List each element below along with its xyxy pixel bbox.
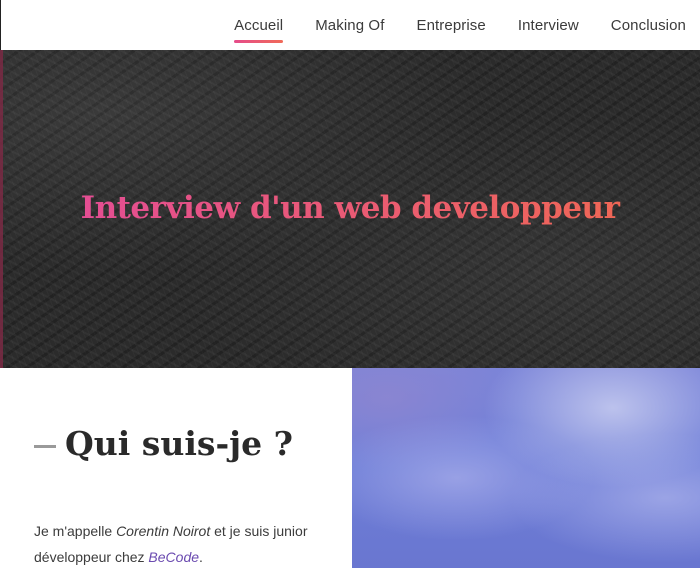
section-title-text: Qui suis-je ? bbox=[65, 424, 293, 463]
author-name: Corentin Noirot bbox=[116, 523, 211, 539]
nav-item-accueil[interactable]: Accueil bbox=[234, 17, 284, 43]
nav-item-interview[interactable]: Interview bbox=[518, 17, 579, 34]
intro-text-1: Je m'appelle bbox=[34, 523, 117, 539]
about-section: Qui suis-je ? Je m'appelle Corentin Noir… bbox=[0, 368, 352, 568]
nav-item-conclusion[interactable]: Conclusion bbox=[611, 17, 686, 34]
company-link[interactable]: BeCode bbox=[148, 549, 199, 565]
nav-item-making-of[interactable]: Making Of bbox=[315, 17, 384, 34]
section-title: Qui suis-je ? bbox=[34, 424, 293, 463]
intro-paragraph: Je m'appelle Corentin Noirot et je suis … bbox=[34, 518, 334, 570]
top-navigation-bar: Accueil Making Of Entreprise Interview C… bbox=[0, 0, 700, 50]
left-border bbox=[0, 0, 1, 50]
main-nav: Accueil Making Of Entreprise Interview C… bbox=[202, 0, 686, 50]
sky-image bbox=[352, 368, 700, 568]
title-dash-decoration bbox=[34, 445, 56, 448]
hero-banner: Interview d'un web developpeur bbox=[0, 50, 700, 368]
intro-text-3: . bbox=[199, 549, 203, 565]
hero-title: Interview d'un web developpeur bbox=[0, 190, 700, 226]
nav-item-entreprise[interactable]: Entreprise bbox=[416, 17, 485, 34]
